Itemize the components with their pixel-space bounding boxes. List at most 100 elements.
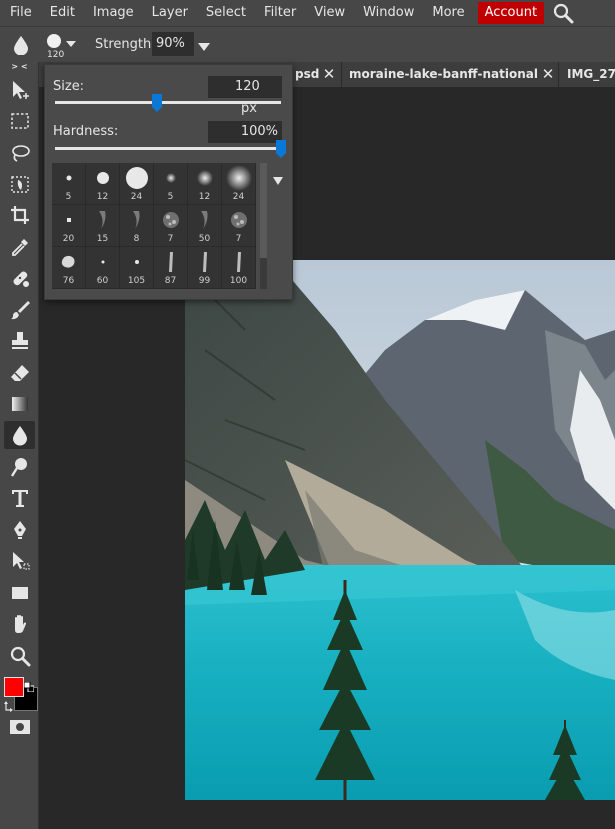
size-input[interactable]: 120 px	[208, 76, 282, 116]
tab-img[interactable]: IMG_27	[560, 62, 615, 87]
tab-moraine-lake[interactable]: moraine-lake-banff-national	[342, 62, 559, 87]
size-slider-handle[interactable]	[151, 94, 162, 112]
brush-preset-size: 8	[133, 234, 140, 244]
size-slider-track[interactable]	[55, 101, 281, 104]
brush-preset[interactable]: 105	[120, 247, 154, 289]
lasso-icon[interactable]	[4, 139, 35, 167]
brush-preset[interactable]: 24	[222, 163, 256, 205]
hardness-input[interactable]: 100%	[208, 121, 282, 143]
marquee-icon[interactable]	[4, 107, 35, 135]
brush-preview-icon	[165, 173, 176, 183]
menu-file[interactable]: File	[0, 0, 41, 26]
brush-icon[interactable]	[4, 296, 35, 324]
lake-photo[interactable]	[185, 260, 615, 800]
tab-label: moraine-lake-banff-national	[349, 67, 538, 81]
hardness-slider-track[interactable]	[55, 147, 281, 150]
brush-preview-icon	[134, 260, 139, 264]
menu-filter[interactable]: Filter	[255, 0, 305, 26]
brush-preset-grid: 5 12 24 5 12 24 20 15 8 7 50 7 76 60 105 87 99 100	[52, 163, 256, 289]
pen-icon[interactable]	[4, 516, 35, 544]
size-label: Size:	[53, 79, 85, 94]
brush-preset-size: 87	[164, 276, 177, 286]
brush-preset-size: 99	[198, 276, 211, 286]
gradient-icon[interactable]	[4, 390, 35, 418]
brush-preview-icon	[202, 252, 207, 272]
brush-preset[interactable]: 100	[222, 247, 256, 289]
brush-preset[interactable]: 20	[52, 205, 86, 247]
brush-preset[interactable]: 12	[86, 163, 120, 205]
brush-preview-icon	[125, 167, 148, 189]
default-colors-icon[interactable]	[23, 677, 35, 696]
preset-scrollbar-thumb[interactable]	[260, 163, 267, 258]
strength-input[interactable]: 90%	[152, 32, 194, 56]
brush-preview-icon	[101, 260, 104, 264]
menu-layer[interactable]: Layer	[143, 0, 197, 26]
stamp-icon[interactable]	[4, 327, 35, 355]
tab-label: psd	[295, 67, 320, 81]
hand-icon[interactable]	[4, 610, 35, 638]
menu-window[interactable]: Window	[354, 0, 423, 26]
healing-icon[interactable]	[4, 264, 35, 292]
tools-panel: > <	[0, 62, 39, 829]
menu-edit[interactable]: Edit	[41, 0, 84, 26]
brush-preset[interactable]: 50	[188, 205, 222, 247]
hardness-label: Hardness:	[53, 124, 119, 139]
move-icon[interactable]	[4, 76, 35, 104]
close-icon[interactable]: ✕	[541, 62, 555, 87]
brush-preset[interactable]: 87	[154, 247, 188, 289]
menu-select[interactable]: Select	[197, 0, 255, 26]
brush-preview-icon	[168, 252, 173, 272]
collapse-toggle[interactable]: > <	[0, 62, 39, 71]
brush-preset[interactable]: 7	[154, 205, 188, 247]
shape-icon[interactable]	[4, 579, 35, 607]
brush-preset[interactable]: 5	[154, 163, 188, 205]
brush-preset[interactable]: 60	[86, 247, 120, 289]
close-icon[interactable]: ✕	[322, 62, 336, 87]
hardness-slider-handle[interactable]	[276, 140, 286, 158]
brush-preset-size: 100	[229, 276, 248, 286]
eraser-icon[interactable]	[4, 359, 35, 387]
quick-select-icon[interactable]	[4, 170, 35, 198]
brush-preset[interactable]: 24	[120, 163, 154, 205]
foreground-color-swatch[interactable]	[4, 677, 24, 697]
brush-preset-size: 12	[96, 192, 109, 202]
brush-preview-icon	[225, 165, 252, 191]
preset-scrollbar[interactable]	[260, 163, 267, 289]
crop-icon[interactable]	[4, 201, 35, 229]
brush-preset-size: 7	[167, 234, 174, 244]
preset-menu-icon[interactable]	[272, 171, 284, 190]
menu-image[interactable]: Image	[84, 0, 143, 26]
eyedropper-icon[interactable]	[4, 233, 35, 261]
brush-preview-icon	[230, 212, 247, 228]
brush-preset[interactable]: 8	[120, 205, 154, 247]
path-select-icon[interactable]	[4, 547, 35, 575]
strength-dropdown-icon[interactable]	[197, 38, 211, 57]
brush-preset-picker[interactable]: 120	[44, 32, 80, 60]
brush-preset[interactable]: 5	[52, 163, 86, 205]
dodge-icon[interactable]	[4, 453, 35, 481]
account-button[interactable]: Account	[477, 2, 545, 24]
brush-preset[interactable]: 15	[86, 205, 120, 247]
tool-options-bar: 120 Strength: 90%	[0, 26, 615, 62]
tab-label: IMG_27	[567, 67, 615, 81]
brush-preview-icon	[236, 252, 241, 272]
menu-bar: File Edit Image Layer Select Filter View…	[0, 0, 615, 26]
zoom-icon[interactable]	[4, 642, 35, 670]
brush-preset-size: 76	[62, 276, 75, 286]
type-icon[interactable]	[4, 484, 35, 512]
brush-preset[interactable]: 12	[188, 163, 222, 205]
size-value: 120	[235, 79, 260, 94]
search-icon[interactable]	[552, 2, 574, 24]
brush-preset[interactable]: 76	[52, 247, 86, 289]
brush-preview-icon	[196, 170, 213, 186]
menu-more[interactable]: More	[423, 0, 473, 26]
brush-preview-icon	[200, 211, 207, 229]
menu-view[interactable]: View	[305, 0, 354, 26]
quick-mask-icon[interactable]	[4, 713, 35, 741]
blur-drop-icon[interactable]	[4, 421, 35, 449]
blur-drop-icon	[12, 35, 30, 59]
brush-preset[interactable]: 7	[222, 205, 256, 247]
landscape-image	[185, 260, 615, 800]
brush-preview-icon	[132, 211, 139, 229]
brush-preset[interactable]: 99	[188, 247, 222, 289]
